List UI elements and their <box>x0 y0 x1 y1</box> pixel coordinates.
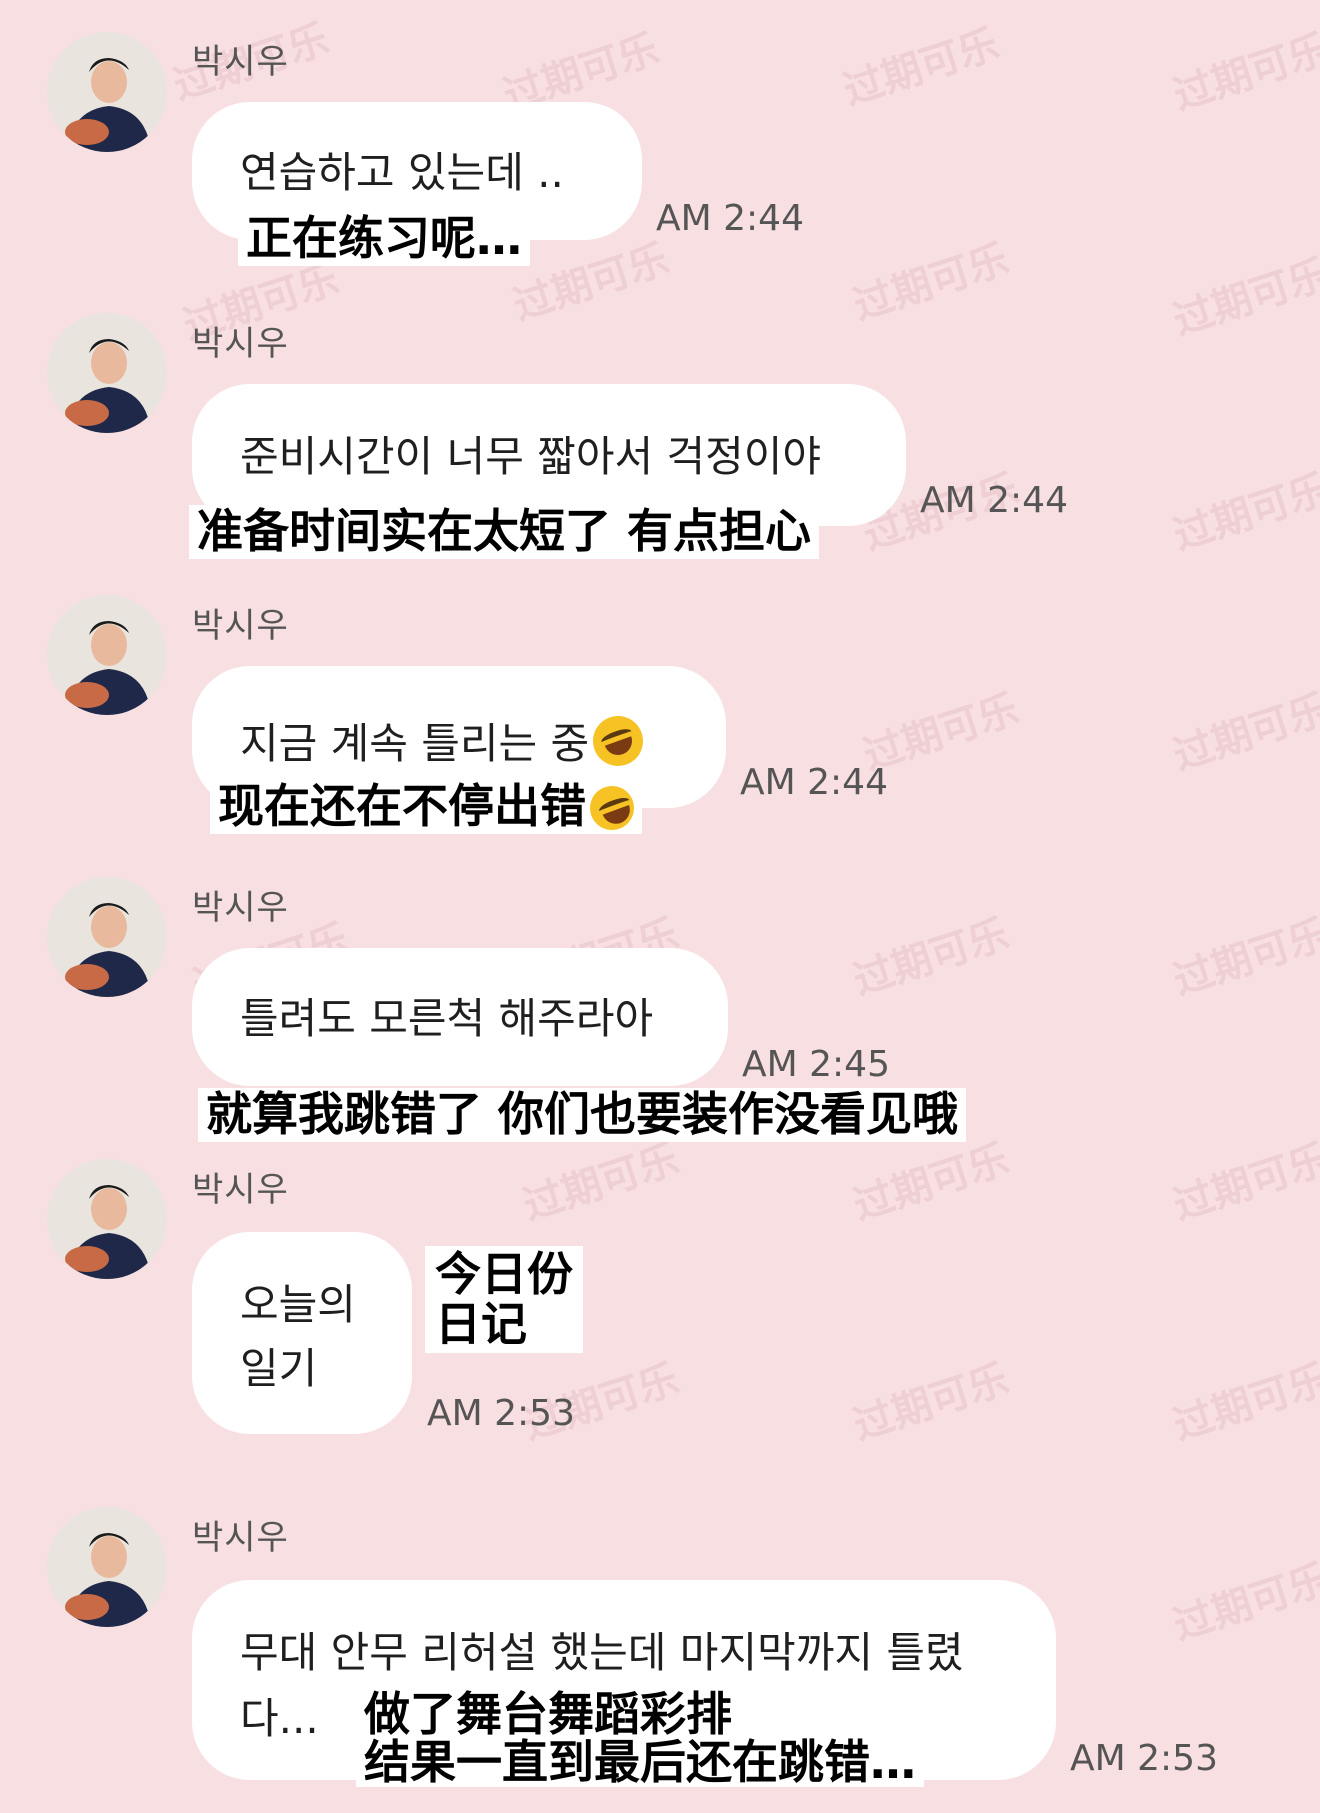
avatar[interactable] <box>47 1507 167 1627</box>
translation-text-chinese: 准备时间实在太短了 有点担心 <box>189 505 820 559</box>
message-text-korean-body: 지금 계속 틀리는 중 <box>240 719 590 768</box>
avatar-image <box>47 313 167 433</box>
translation-text-chinese-body: 现在还在不停出错 <box>218 779 586 833</box>
message-timestamp: AM 2:44 <box>920 480 1068 521</box>
sender-name: 박시우 <box>192 1170 289 1210</box>
watermark-text: 过期可乐 <box>1168 1356 1320 1450</box>
watermark-text: 过期可乐 <box>848 911 1015 1005</box>
message-text-korean-line2: 다... <box>240 1694 319 1743</box>
sender-name: 박시우 <box>192 1518 289 1558</box>
message-timestamp: AM 2:44 <box>740 762 888 803</box>
message-bubble[interactable]: 오늘의 일기 <box>192 1232 412 1434</box>
watermark-text: 过期可乐 <box>1168 26 1320 120</box>
watermark-text: 过期可乐 <box>838 21 1005 115</box>
message-bubble[interactable]: 틀려도 모른척 해주라아 <box>192 948 728 1086</box>
watermark-text: 过期可乐 <box>1168 1556 1320 1650</box>
message-timestamp: AM 2:45 <box>742 1044 890 1085</box>
avatar[interactable] <box>47 1159 167 1279</box>
message-text-korean-line2: 일기 <box>240 1344 318 1393</box>
message-text-korean: 지금 계속 틀리는 중 <box>240 708 651 774</box>
message-text-korean-line1: 오늘의 <box>240 1280 356 1329</box>
watermark-text: 过期可乐 <box>1168 466 1320 560</box>
watermark-text: 过期可乐 <box>1168 911 1320 1005</box>
translation-text-chinese: 现在还在不停出错 <box>210 779 642 837</box>
translation-text-chinese-line2: 日记 <box>435 1296 527 1351</box>
translation-text-chinese-line1: 做了舞台舞蹈彩排 <box>364 1687 732 1741</box>
message-timestamp: AM 2:44 <box>656 198 804 239</box>
sender-name: 박시우 <box>192 42 289 82</box>
watermark-text: 过期可乐 <box>848 1136 1015 1230</box>
watermark-text: 过期可乐 <box>848 236 1015 330</box>
avatar[interactable] <box>47 313 167 433</box>
message-text-korean-line1: 무대 안무 리허설 했는데 마지막까지 틀렸 <box>240 1628 964 1677</box>
avatar-image <box>47 595 167 715</box>
rolling-on-floor-laughing-icon <box>583 779 641 837</box>
rolling-on-floor-laughing-icon <box>586 708 651 774</box>
watermark-text: 过期可乐 <box>1168 686 1320 780</box>
watermark-text: 过期可乐 <box>848 1356 1015 1450</box>
message-text-korean: 연습하고 있는데 .. <box>240 148 564 197</box>
avatar-image <box>47 32 167 152</box>
avatar-image <box>47 1159 167 1279</box>
message-text-korean: 틀려도 모른척 해주라아 <box>240 994 654 1043</box>
watermark-text: 过期可乐 <box>1168 251 1320 345</box>
avatar-image <box>47 1507 167 1627</box>
watermark-text: 过期可乐 <box>518 1136 685 1230</box>
watermark-text: 过期可乐 <box>1168 1136 1320 1230</box>
sender-name: 박시우 <box>192 324 289 364</box>
avatar[interactable] <box>47 595 167 715</box>
avatar-image <box>47 877 167 997</box>
translation-text-chinese: 做了舞台舞蹈彩排 结果一直到最后还在跳错… <box>356 1690 924 1787</box>
translation-text-chinese-line1: 今日份 <box>435 1247 573 1301</box>
message-text-korean: 준비시간이 너무 짧아서 걱정이야 <box>240 432 822 481</box>
message-timestamp: AM 2:53 <box>1070 1738 1218 1779</box>
translation-text-chinese: 今日份 日记 <box>425 1246 583 1354</box>
watermark-text: 过期可乐 <box>508 236 675 330</box>
translation-text-chinese: 正在练习呢… <box>238 212 530 266</box>
avatar[interactable] <box>47 877 167 997</box>
sender-name: 박시우 <box>192 606 289 646</box>
avatar[interactable] <box>47 32 167 152</box>
translation-text-chinese-line2: 结果一直到最后还在跳错… <box>364 1735 916 1790</box>
message-timestamp: AM 2:53 <box>427 1393 575 1434</box>
translation-text-chinese: 就算我跳错了 你们也要装作没看见哦 <box>198 1088 967 1142</box>
sender-name: 박시우 <box>192 888 289 928</box>
